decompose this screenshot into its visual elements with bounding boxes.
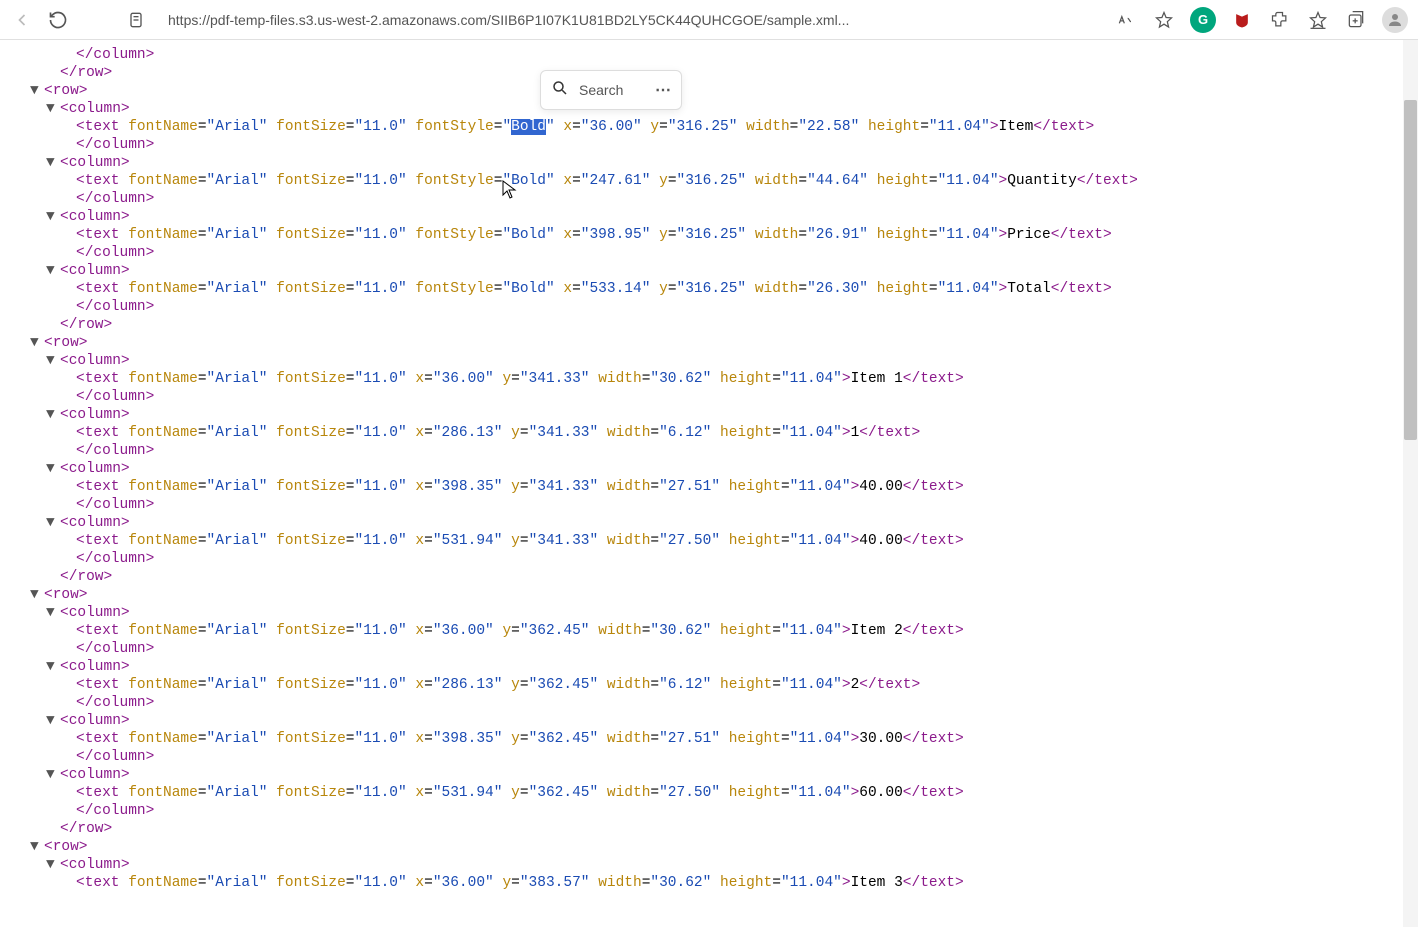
xml-line[interactable]: </row> xyxy=(4,316,1418,334)
expand-toggle-icon[interactable]: ▼ xyxy=(46,352,60,370)
xml-line[interactable]: ▼<column> xyxy=(4,856,1418,874)
xml-line[interactable]: ▼<column> xyxy=(4,658,1418,676)
scrollbar-thumb[interactable] xyxy=(1404,100,1417,440)
xml-line[interactable]: </column> xyxy=(4,496,1418,514)
xml-line[interactable]: </column> xyxy=(4,244,1418,262)
xml-viewer[interactable]: </column></row>▼<row>▼<column><text font… xyxy=(0,40,1418,927)
expand-toggle-icon[interactable]: ▼ xyxy=(46,604,60,622)
browser-toolbar: https://pdf-temp-files.s3.us-west-2.amaz… xyxy=(0,0,1418,40)
xml-line[interactable]: <text fontName="Arial" fontSize="11.0" x… xyxy=(4,874,1418,892)
more-icon[interactable]: ⋯ xyxy=(655,80,671,100)
xml-line[interactable]: <text fontName="Arial" fontSize="11.0" x… xyxy=(4,478,1418,496)
expand-toggle-icon[interactable]: ▼ xyxy=(46,100,60,118)
expand-toggle-icon[interactable]: ▼ xyxy=(46,766,60,784)
xml-line[interactable]: ▼<column> xyxy=(4,460,1418,478)
xml-line[interactable]: <text fontName="Arial" fontSize="11.0" x… xyxy=(4,424,1418,442)
expand-toggle-icon[interactable]: ▼ xyxy=(46,856,60,874)
expand-toggle-icon[interactable]: ▼ xyxy=(46,460,60,478)
favorites-icon[interactable] xyxy=(1306,8,1330,32)
expand-toggle-icon[interactable]: ▼ xyxy=(46,208,60,226)
extensions-icon[interactable] xyxy=(1268,8,1292,32)
xml-line[interactable]: </column> xyxy=(4,136,1418,154)
xml-line[interactable]: </row> xyxy=(4,820,1418,838)
xml-line[interactable]: ▼<column> xyxy=(4,604,1418,622)
xml-line[interactable]: ▼<column> xyxy=(4,514,1418,532)
favorite-star-icon[interactable] xyxy=(1152,8,1176,32)
xml-line[interactable]: ▼<row> xyxy=(4,82,1418,100)
expand-toggle-icon[interactable]: ▼ xyxy=(46,658,60,676)
xml-line[interactable]: ▼<column> xyxy=(4,406,1418,424)
expand-toggle-icon[interactable]: ▼ xyxy=(30,586,44,604)
xml-line[interactable]: ▼<row> xyxy=(4,334,1418,352)
xml-line[interactable]: </column> xyxy=(4,748,1418,766)
xml-line[interactable]: ▼<column> xyxy=(4,352,1418,370)
xml-line[interactable]: ▼<row> xyxy=(4,838,1418,856)
expand-toggle-icon[interactable]: ▼ xyxy=(46,154,60,172)
xml-line[interactable]: <text fontName="Arial" fontSize="11.0" x… xyxy=(4,622,1418,640)
expand-toggle-icon[interactable]: ▼ xyxy=(46,406,60,424)
search-icon xyxy=(551,79,569,102)
refresh-icon[interactable] xyxy=(46,8,70,32)
xml-line[interactable]: </column> xyxy=(4,388,1418,406)
back-icon[interactable] xyxy=(10,8,34,32)
site-info-icon[interactable] xyxy=(124,8,148,32)
expand-toggle-icon[interactable]: ▼ xyxy=(46,514,60,532)
xml-line[interactable]: <text fontName="Arial" fontSize="11.0" x… xyxy=(4,784,1418,802)
xml-line[interactable]: </column> xyxy=(4,802,1418,820)
xml-line[interactable]: <text fontName="Arial" fontSize="11.0" x… xyxy=(4,730,1418,748)
xml-line[interactable]: </column> xyxy=(4,694,1418,712)
xml-line[interactable]: <text fontName="Arial" fontSize="11.0" x… xyxy=(4,370,1418,388)
search-label: Search xyxy=(579,82,645,98)
xml-line[interactable]: <text fontName="Arial" fontSize="11.0" f… xyxy=(4,118,1418,136)
xml-line[interactable]: ▼<column> xyxy=(4,262,1418,280)
expand-toggle-icon[interactable]: ▼ xyxy=(46,712,60,730)
url-text: https://pdf-temp-files.s3.us-west-2.amaz… xyxy=(168,12,849,28)
xml-line[interactable]: ▼<column> xyxy=(4,154,1418,172)
profile-avatar[interactable] xyxy=(1382,7,1408,33)
expand-toggle-icon[interactable]: ▼ xyxy=(30,334,44,352)
xml-line[interactable]: <text fontName="Arial" fontSize="11.0" x… xyxy=(4,676,1418,694)
xml-line[interactable]: </column> xyxy=(4,298,1418,316)
xml-line[interactable]: </column> xyxy=(4,550,1418,568)
xml-line[interactable]: </column> xyxy=(4,190,1418,208)
xml-line[interactable]: </column> xyxy=(4,640,1418,658)
read-aloud-icon[interactable] xyxy=(1114,8,1138,32)
mcafee-icon[interactable] xyxy=(1230,8,1254,32)
xml-line[interactable]: </column> xyxy=(4,46,1418,64)
xml-line[interactable]: </row> xyxy=(4,568,1418,586)
xml-line[interactable]: ▼<row> xyxy=(4,586,1418,604)
xml-line[interactable]: ▼<column> xyxy=(4,712,1418,730)
expand-toggle-icon[interactable]: ▼ xyxy=(46,262,60,280)
search-popup[interactable]: Search ⋯ xyxy=(540,70,682,110)
expand-toggle-icon[interactable]: ▼ xyxy=(30,82,44,100)
expand-toggle-icon[interactable]: ▼ xyxy=(30,838,44,856)
url-bar[interactable]: https://pdf-temp-files.s3.us-west-2.amaz… xyxy=(160,5,1102,35)
collections-icon[interactable] xyxy=(1344,8,1368,32)
xml-line[interactable]: <text fontName="Arial" fontSize="11.0" x… xyxy=(4,532,1418,550)
xml-line[interactable]: ▼<column> xyxy=(4,100,1418,118)
xml-line[interactable]: </row> xyxy=(4,64,1418,82)
grammarly-icon[interactable]: G xyxy=(1190,7,1216,33)
xml-line[interactable]: <text fontName="Arial" fontSize="11.0" f… xyxy=(4,172,1418,190)
xml-line[interactable]: </column> xyxy=(4,442,1418,460)
scrollbar[interactable] xyxy=(1403,40,1418,927)
xml-line[interactable]: <text fontName="Arial" fontSize="11.0" f… xyxy=(4,226,1418,244)
xml-line[interactable]: <text fontName="Arial" fontSize="11.0" f… xyxy=(4,280,1418,298)
xml-line[interactable]: ▼<column> xyxy=(4,766,1418,784)
xml-line[interactable]: ▼<column> xyxy=(4,208,1418,226)
